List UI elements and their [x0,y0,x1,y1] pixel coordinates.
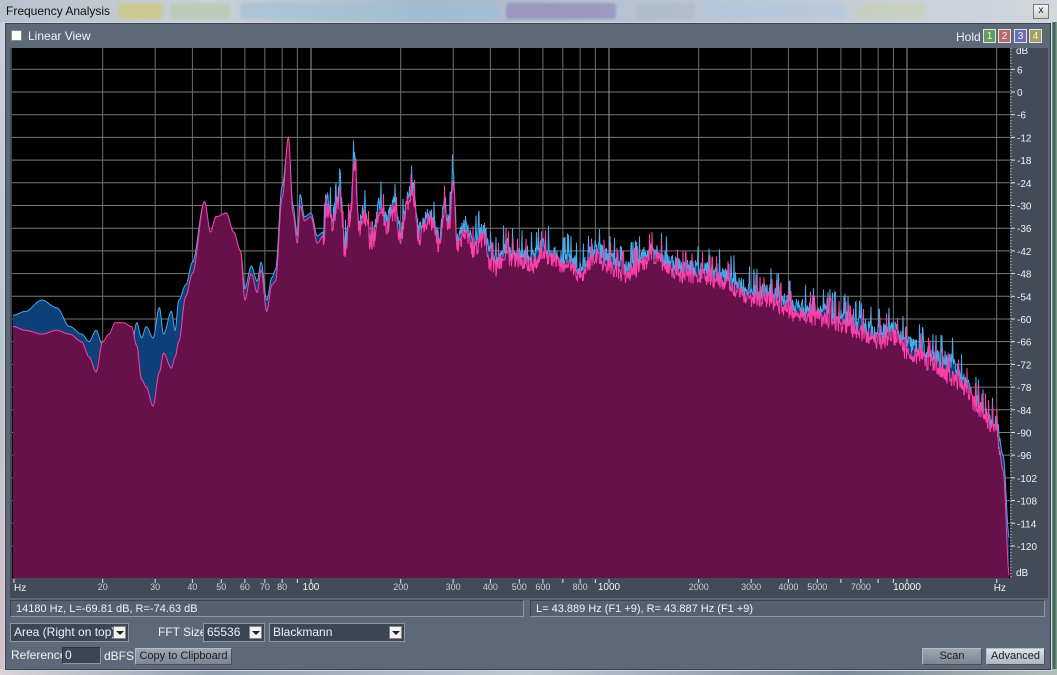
y-tick-label: -48 [1017,270,1032,281]
x-tick-label: 30 [150,582,160,592]
linear-view-label: Linear View [28,29,91,43]
y-tick-label: -120 [1017,542,1037,553]
reference-unit-label: dBFS [104,649,135,663]
display-mode-select[interactable]: Area (Right on top) [10,623,129,642]
toolbar-icon-group [855,3,925,19]
toolbar-icon-group [118,3,163,19]
display-mode-value: Area (Right on top) [14,625,116,639]
x-tick-label: 7000 [851,582,871,592]
chevron-down-icon[interactable] [249,626,262,639]
x-tick-label: 1000 [598,582,621,593]
y-tick-label: -24 [1017,179,1032,190]
y-tick-label: -84 [1017,406,1032,417]
y-tick-label: -54 [1017,292,1032,303]
x-tick-label: 200 [393,582,408,592]
y-tick-label: -30 [1017,201,1032,212]
hold-button-1[interactable]: 1 [983,29,996,43]
hold-label: Hold [956,30,981,44]
y-tick-label: -108 [1017,497,1037,508]
y-tick-label: -6 [1017,111,1026,122]
y-tick-label: -72 [1017,360,1032,371]
reference-label: Reference [11,648,67,662]
x-tick-label: 2000 [689,582,709,592]
toolbar-icon-group [635,3,695,19]
x-tick-label: 400 [483,582,498,592]
x-tick-label: 50 [216,582,226,592]
spectrum-chart[interactable]: 60-6-12-18-24-30-36-42-48-54-60-66-72-78… [10,48,1048,598]
chevron-down-icon[interactable] [389,626,402,639]
hold-button-2[interactable]: 2 [998,29,1011,43]
close-icon: x [1038,5,1044,16]
window-function-select[interactable]: Blackmann [269,623,405,642]
toolbar-icon-group [705,3,845,19]
y-tick-label: -78 [1017,383,1032,394]
toolbar-icon-group [506,3,616,19]
window-title: Frequency Analysis [6,4,111,18]
peak-readout: L= 43.889 Hz (F1 +9), R= 43.887 Hz (F1 +… [530,600,1045,617]
toolbar-icon-group [170,3,230,19]
reference-input[interactable]: 0 [62,647,101,664]
y-tick-label: -66 [1017,338,1032,349]
y-unit-label: dB [1016,48,1029,57]
x-tick-label: 4000 [778,582,798,592]
x-tick-label: 600 [535,582,550,592]
x-tick-label: 70 [260,582,270,592]
copy-to-clipboard-button[interactable]: Copy to Clipboard [135,648,232,665]
y-tick-label: -60 [1017,315,1032,326]
linear-view-checkbox[interactable] [11,30,22,41]
x-tick-label: 300 [446,582,461,592]
x-tick-label: 20 [98,582,108,592]
chevron-down-icon[interactable] [113,626,126,639]
fft-size-value: 65536 [207,625,241,639]
title-bar: Frequency Analysis x [0,0,1057,22]
x-tick-label: 800 [573,582,588,592]
y-tick-label: -42 [1017,247,1032,258]
y-unit-label: dB [1016,568,1029,579]
hold-button-3[interactable]: 3 [1014,29,1027,43]
y-tick-label: -36 [1017,224,1032,235]
y-tick-label: 6 [1017,65,1023,76]
advanced-button[interactable]: Advanced [986,648,1045,665]
y-tick-label: -18 [1017,156,1032,167]
y-tick-label: -114 [1017,519,1037,530]
x-tick-label: 10000 [893,582,921,593]
x-tick-label: 60 [240,582,250,592]
x-unit-label: Hz [14,583,26,594]
y-tick-label: -12 [1017,133,1032,144]
x-tick-label: 40 [187,582,197,592]
fft-size-select[interactable]: 65536 [203,623,265,642]
scan-button[interactable]: Scan [922,648,982,665]
fft-size-label: FFT Size [158,625,207,639]
x-tick-label: 80 [277,582,287,592]
hold-button-4[interactable]: 4 [1029,29,1042,43]
close-button[interactable]: x [1033,4,1049,19]
cursor-readout: 14180 Hz, L=-69.81 dB, R=-74.63 dB [10,600,524,617]
x-tick-label: 500 [512,582,527,592]
y-tick-label: -90 [1017,428,1032,439]
y-tick-label: -102 [1017,474,1037,485]
x-tick-label: 5000 [807,582,827,592]
y-tick-label: 0 [1017,88,1023,99]
y-tick-label: -96 [1017,451,1032,462]
window-function-value: Blackmann [273,625,333,639]
x-tick-label: 100 [303,582,320,593]
toolbar-icon-group [240,3,500,19]
x-tick-label: 3000 [741,582,761,592]
x-unit-label: Hz [994,583,1006,594]
